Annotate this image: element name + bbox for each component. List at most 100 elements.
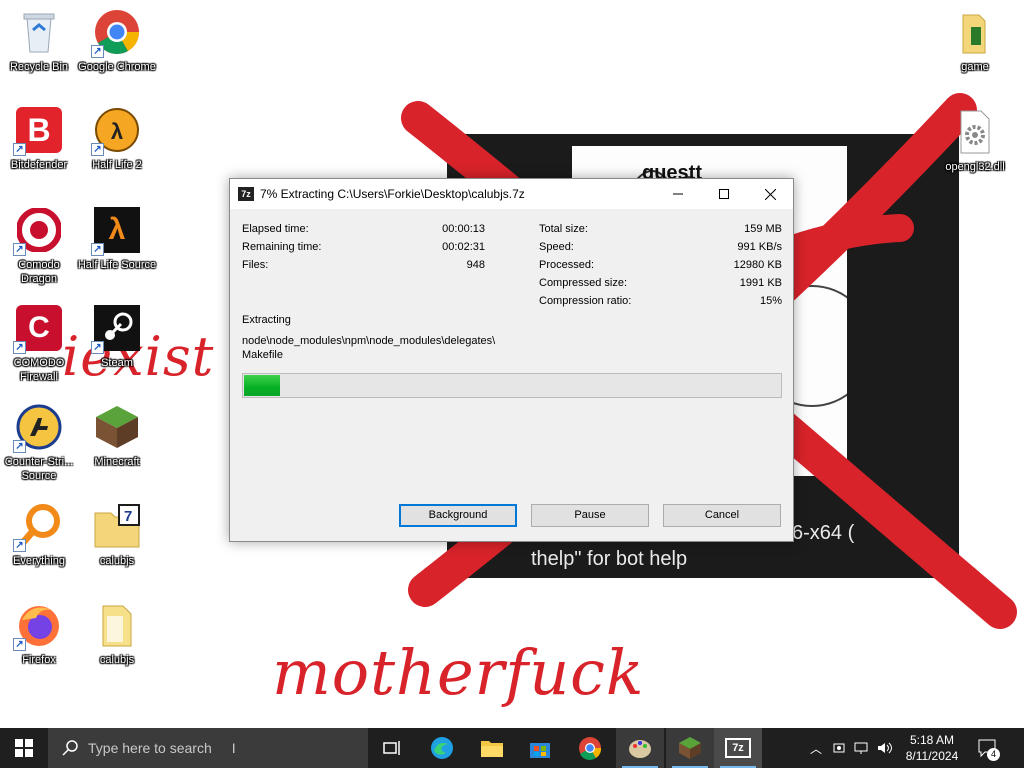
maximize-button[interactable]	[701, 179, 747, 209]
taskbar-store[interactable]	[516, 728, 564, 768]
desktop-icon-comodo-firewall[interactable]: C ↗ COMODO Firewall	[1, 300, 77, 384]
shortcut-arrow-icon: ↗	[91, 143, 104, 156]
system-tray: ︿	[806, 728, 894, 768]
extract-progress-dialog[interactable]: 7z 7% Extracting C:\Users\Forkie\Desktop…	[229, 178, 794, 542]
desktop-icon-label: Half Life 2	[92, 159, 142, 171]
desktop-icon-label: Counter-Stri... Source	[4, 456, 74, 482]
stat-value: 00:00:13	[442, 223, 485, 235]
stat-label: Total size:	[539, 223, 588, 235]
stat-label: Processed:	[539, 259, 595, 271]
desktop-icon-calubjs-archive[interactable]: 7 calubjs	[79, 498, 155, 582]
stat-label: Compressed size:	[539, 277, 628, 289]
extraction-progress-bar	[242, 373, 782, 398]
chevron-up-icon[interactable]: ︿	[806, 740, 826, 757]
stat-value: 991 KB/s	[737, 241, 782, 253]
dialog-titlebar[interactable]: 7z 7% Extracting C:\Users\Forkie\Desktop…	[230, 179, 793, 209]
desktop-icon-everything[interactable]: ↗ Everything	[1, 498, 77, 582]
desktop-icon-half-life-2[interactable]: λ ↗ Half Life 2	[79, 102, 155, 186]
desktop-icon-label: Steam	[101, 357, 133, 369]
shortcut-arrow-icon: ↗	[13, 143, 26, 156]
taskbar-file-explorer[interactable]	[468, 728, 516, 768]
stat-row-elapsed: Elapsed time: 00:00:13	[242, 220, 485, 238]
stat-value: 159 MB	[744, 223, 782, 235]
stat-row-total-size: Total size: 159 MB	[539, 220, 782, 238]
desktop-icon-label: calubjs	[99, 654, 135, 666]
stat-value: 948	[466, 259, 485, 271]
svg-text:7: 7	[124, 508, 132, 525]
desktop-icon-label: Bitdefender	[10, 159, 68, 171]
pause-button[interactable]: Pause	[531, 504, 649, 527]
current-file-path-line: node\node_modules\npm\node_modules\deleg…	[242, 335, 496, 347]
stat-row-compressed-size: Compressed size: 1991 KB	[539, 274, 782, 292]
folder-icon	[481, 741, 503, 757]
notification-center-button[interactable]: 4	[972, 728, 1002, 768]
7z-archive-icon: 7	[93, 502, 141, 550]
close-button[interactable]	[747, 179, 793, 209]
stat-row-speed: Speed: 991 KB/s	[539, 238, 782, 256]
steam-icon: ↗	[91, 304, 141, 354]
desktop-icon-bitdefender[interactable]: B ↗ Bitdefender	[1, 102, 77, 186]
desktop-icon-opengl32-dll[interactable]: opengl32.dll	[937, 104, 1013, 188]
desktop-icon-firefox[interactable]: ↗ Firefox	[1, 597, 77, 681]
taskbar-clock[interactable]: 5:18 AM 8/11/2024	[898, 732, 966, 764]
desktop-icon-comodo-dragon[interactable]: ↗ Comodo Dragon	[1, 202, 77, 286]
scrawl-motherfuck: motherfuck	[272, 636, 645, 709]
dll-file-gear-icon	[951, 108, 999, 156]
stat-label: Compression ratio:	[539, 295, 632, 307]
shortcut-arrow-icon: ↗	[91, 341, 104, 354]
stat-row-processed: Processed: 12980 KB	[539, 256, 782, 274]
desktop-icon-recycle-bin[interactable]: Recycle Bin	[1, 4, 77, 88]
meet-now-icon[interactable]	[832, 740, 848, 756]
stat-label: Speed:	[539, 241, 574, 253]
progress-fill	[244, 375, 280, 396]
comodo-dragon-icon: ↗	[13, 206, 63, 256]
stat-value: 00:02:31	[442, 241, 485, 253]
shortcut-arrow-icon: ↗	[13, 539, 26, 552]
start-button[interactable]	[0, 728, 48, 768]
shortcut-arrow-icon: ↗	[91, 243, 104, 256]
clock-date: 8/11/2024	[905, 749, 959, 763]
background-button[interactable]: Background	[399, 504, 517, 527]
close-icon	[764, 188, 776, 200]
taskbar-chrome[interactable]	[566, 728, 614, 768]
minimize-button[interactable]	[655, 179, 701, 209]
chrome-icon	[579, 737, 602, 760]
console-help-text: thelp" for bot help	[531, 548, 688, 570]
7zip-icon: 7z	[725, 738, 751, 758]
desktop-icon-calubjs-folder[interactable]: calubjs	[79, 597, 155, 681]
current-file-path-line: Makefile	[242, 349, 283, 361]
current-file-path: node\node_modules\npm\node_modules\deleg…	[242, 334, 495, 362]
taskbar-paint[interactable]	[616, 728, 664, 768]
desktop-icon-minecraft[interactable]: Minecraft	[79, 399, 155, 483]
7zip-app-icon: 7z	[238, 187, 254, 201]
volume-icon[interactable]	[876, 740, 894, 756]
desktop-icon-label: game	[961, 61, 989, 73]
edge-icon	[431, 737, 453, 759]
desktop-icon-game-folder[interactable]: game	[937, 4, 1013, 88]
minecraft-icon	[93, 403, 141, 451]
shortcut-arrow-icon: ↗	[13, 243, 26, 256]
desktop-icon-google-chrome[interactable]: ↗ Google Chrome	[78, 4, 156, 88]
taskbar-search-box[interactable]: Type here to search I	[48, 728, 368, 768]
stat-label: Files:	[242, 259, 269, 271]
desktop-icon-label: Recycle Bin	[9, 61, 69, 73]
desktop-icon-steam[interactable]: ↗ Steam	[79, 300, 155, 384]
desktop-icon-counter-strike-source[interactable]: ↗ Counter-Stri... Source	[1, 399, 77, 483]
notification-count-badge: 4	[987, 748, 1000, 761]
cancel-button[interactable]: Cancel	[663, 504, 781, 527]
minimize-icon	[673, 193, 683, 195]
taskbar-minecraft[interactable]	[666, 728, 714, 768]
taskbar-7zip[interactable]: 7z	[714, 728, 762, 768]
stat-row-compression-ratio: Compression ratio: 15%	[539, 292, 782, 310]
comodo-firewall-icon: C ↗	[13, 304, 63, 354]
taskbar-edge[interactable]	[418, 728, 466, 768]
chrome-icon: ↗	[91, 8, 141, 58]
task-view-button[interactable]	[368, 728, 416, 768]
stat-label: Remaining time:	[242, 241, 322, 253]
desktop-icon-label: Comodo Dragon	[18, 259, 60, 285]
text-cursor-icon: I	[231, 740, 236, 756]
desktop-icon-half-life-source[interactable]: λ ↗ Half Life Source	[78, 202, 156, 286]
desktop-icon-label: COMODO Firewall	[13, 357, 65, 383]
network-icon[interactable]	[854, 740, 870, 756]
stat-row-files: Files: 948	[242, 256, 485, 274]
